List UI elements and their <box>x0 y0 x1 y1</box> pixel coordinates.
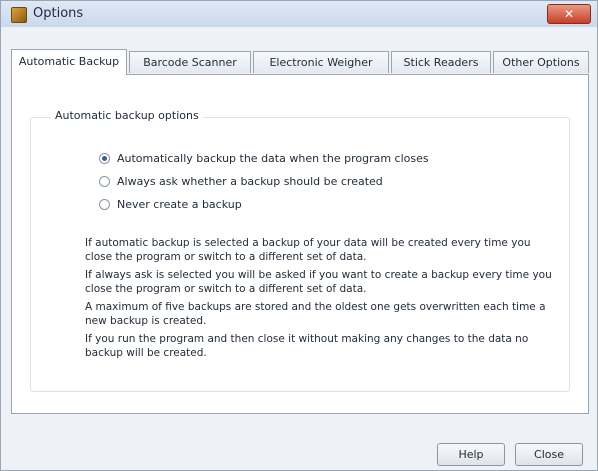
tab-barcode-scanner[interactable]: Barcode Scanner <box>129 51 251 73</box>
window-close-button[interactable]: ✕ <box>547 4 591 24</box>
tab-other-options[interactable]: Other Options <box>493 51 589 73</box>
radio-button-selected[interactable] <box>99 153 110 164</box>
group-label: Automatic backup options <box>51 109 203 122</box>
help-paragraph: If you run the program and then close it… <box>85 333 529 359</box>
title-bar: Options ✕ <box>1 1 597 27</box>
tab-electronic-weigher[interactable]: Electronic Weigher <box>253 51 389 73</box>
help-button[interactable]: Help <box>437 443 505 466</box>
radio-label[interactable]: Never create a backup <box>117 198 242 211</box>
help-paragraph: If always ask is selected you will be as… <box>85 269 552 295</box>
window-title: Options <box>33 6 84 21</box>
tab-stick-readers[interactable]: Stick Readers <box>391 51 491 73</box>
radio-button[interactable] <box>99 176 110 187</box>
help-paragraph: A maximum of five backups are stored and… <box>85 301 546 327</box>
radio-label[interactable]: Always ask whether a backup should be cr… <box>117 175 383 188</box>
options-dialog: Options ✕ Automatic Backup Barcode Scann… <box>0 0 598 471</box>
radio-button[interactable] <box>99 199 110 210</box>
tab-panel-automatic-backup: Automatic backup options Automatically b… <box>11 74 589 414</box>
radio-label[interactable]: Automatically backup the data when the p… <box>117 152 429 165</box>
help-paragraph: If automatic backup is selected a backup… <box>85 237 531 263</box>
backup-options-group: Automatic backup options Automatically b… <box>30 109 570 392</box>
tab-automatic-backup[interactable]: Automatic Backup <box>11 49 127 75</box>
close-button[interactable]: Close <box>515 443 583 466</box>
app-icon <box>11 7 27 23</box>
